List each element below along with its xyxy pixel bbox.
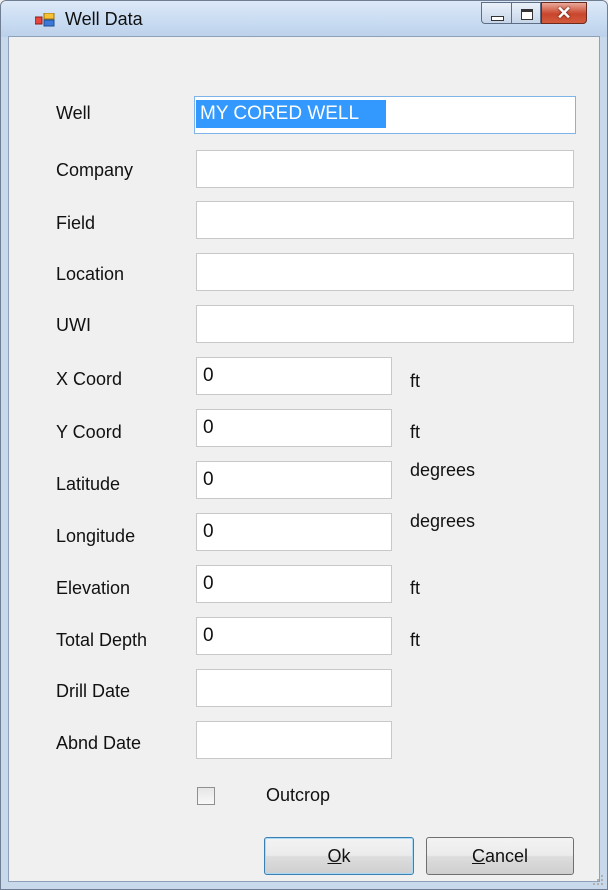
company-label: Company (56, 160, 134, 180)
company-input[interactable] (196, 150, 574, 188)
outcrop-checkbox[interactable] (197, 787, 215, 805)
cancel-button[interactable]: Cancel (426, 837, 574, 875)
abnd-date-label: Abnd Date (56, 733, 142, 753)
y-coord-label: Y Coord (56, 422, 122, 442)
window-title: Well Data (65, 9, 143, 29)
abnd-date-input[interactable] (196, 721, 392, 759)
uwi-label: UWI (56, 315, 91, 335)
close-icon: ✕ (556, 3, 572, 23)
maximize-icon[interactable] (511, 2, 541, 24)
elevation-input[interactable] (196, 565, 392, 603)
elevation-unit: ft (410, 578, 421, 598)
outcrop-label: Outcrop (266, 785, 331, 805)
well-label: Well (56, 103, 91, 123)
total-depth-input[interactable] (196, 617, 392, 655)
x-coord-unit: ft (410, 371, 421, 391)
drill-date-label: Drill Date (56, 681, 131, 701)
ok-button[interactable]: Ok (264, 837, 414, 875)
latitude-input[interactable] (196, 461, 392, 499)
close-button[interactable]: ✕ (541, 2, 587, 24)
longitude-input[interactable] (196, 513, 392, 551)
window-app-icon (35, 13, 55, 27)
well-input-value: MY CORED WELL (200, 103, 360, 124)
latitude-label: Latitude (56, 474, 121, 494)
location-input[interactable] (196, 253, 574, 291)
location-label: Location (56, 264, 125, 284)
ok-label-rest: k (341, 846, 351, 866)
y-coord-unit: ft (410, 422, 421, 442)
elevation-label: Elevation (56, 578, 131, 598)
latitude-unit: degrees (410, 460, 476, 480)
minimize-icon[interactable] (481, 2, 511, 24)
total-depth-unit: ft (410, 630, 421, 650)
x-coord-input[interactable] (196, 357, 392, 395)
ok-mnemonic: O (327, 846, 342, 866)
drill-date-input[interactable] (196, 669, 392, 707)
title-buttons: ✕ (481, 2, 587, 26)
title-bar[interactable]: Well Data ✕ (1, 1, 607, 37)
resize-grip-icon[interactable] (592, 874, 604, 886)
cancel-label-rest: ancel (484, 846, 529, 866)
longitude-unit: degrees (410, 511, 476, 531)
longitude-label: Longitude (56, 526, 136, 546)
uwi-input[interactable] (196, 305, 574, 343)
y-coord-input[interactable] (196, 409, 392, 447)
x-coord-label: X Coord (56, 369, 123, 389)
total-depth-label: Total Depth (56, 630, 148, 650)
field-input[interactable] (196, 201, 574, 239)
cancel-mnemonic: C (471, 846, 485, 866)
field-label: Field (56, 213, 96, 233)
